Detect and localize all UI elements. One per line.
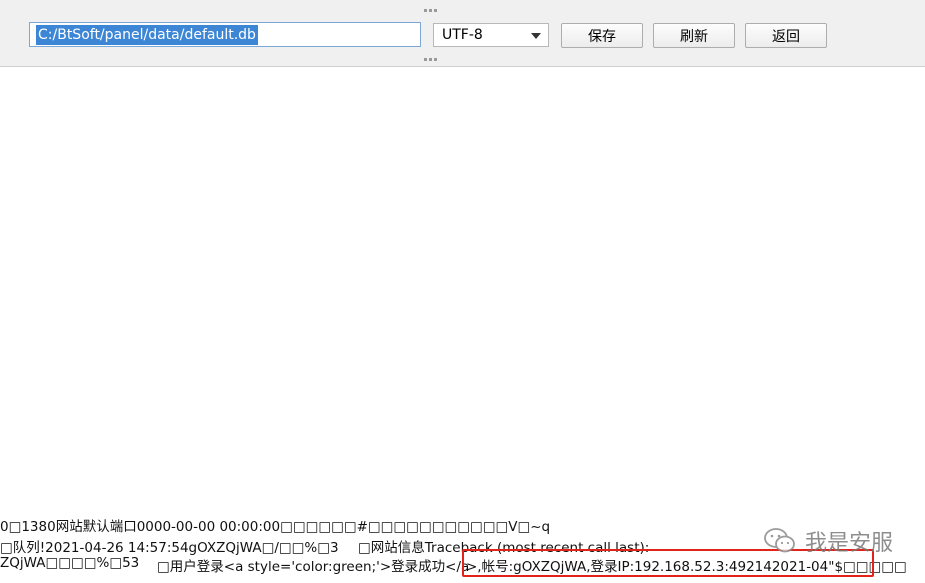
file-path-input[interactable]: C:/BtSoft/panel/data/default.db: [29, 22, 421, 47]
resize-grip-top[interactable]: [424, 9, 438, 13]
content-line-1: 0□1380网站默认端口0000-00-00 00:00:00□□□□□□#□□…: [0, 519, 551, 535]
chevron-down-icon: [531, 33, 541, 39]
refresh-button[interactable]: 刷新: [653, 23, 735, 48]
encoding-select-value: UTF-8: [442, 27, 483, 43]
file-path-selected-text: C:/BtSoft/panel/data/default.db: [36, 24, 258, 45]
save-button[interactable]: 保存: [561, 23, 643, 48]
editor-window: C:/BtSoft/panel/data/default.db UTF-8 保存…: [0, 0, 925, 583]
encoding-select[interactable]: UTF-8: [433, 23, 549, 47]
toolbar: C:/BtSoft/panel/data/default.db UTF-8 保存…: [0, 0, 925, 67]
wechat-icon: [764, 528, 795, 553]
content-line-3-mid: □用户登录<a style='color:green;'>登录成功</a: [157, 559, 470, 575]
back-button[interactable]: 返回: [745, 23, 827, 48]
content-line-3-left: ZQjWA□□□□%□53: [0, 555, 140, 571]
content-line-2-left: □队列!2021-04-26 14:57:54gOXZQjWA□/□□%□3: [0, 540, 339, 556]
watermark: 我是安服: [763, 525, 893, 557]
resize-grip-bottom[interactable]: [424, 58, 438, 62]
watermark-text: 我是安服: [805, 531, 894, 556]
